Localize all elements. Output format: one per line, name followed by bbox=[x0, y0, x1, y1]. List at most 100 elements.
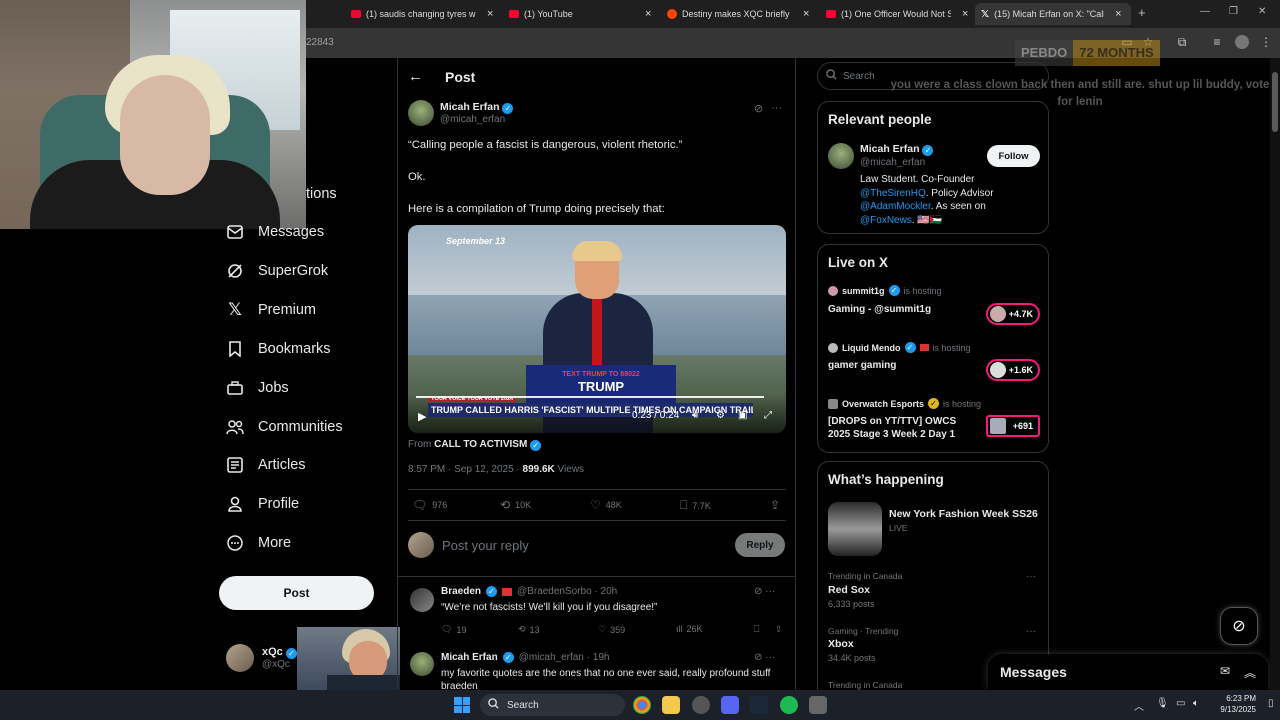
live-listeners-pill[interactable]: +4.7K bbox=[986, 303, 1040, 325]
sidebar-item-communities[interactable]: Communities bbox=[226, 418, 343, 436]
comment-repost-action[interactable]: ⟲ 13 bbox=[518, 624, 540, 635]
chrome-app-icon[interactable] bbox=[633, 696, 651, 714]
browser-tab[interactable]: (1) saudis changing tyres while × bbox=[345, 3, 497, 25]
comment-bookmark-action[interactable]: ⎕ bbox=[754, 624, 759, 635]
taskbar-search[interactable]: Search bbox=[480, 694, 625, 716]
comment-share-action[interactable]: ⇪ bbox=[775, 624, 783, 635]
comment-like-action[interactable]: ♡ 359 bbox=[598, 624, 625, 635]
video-player[interactable]: TEXT TRUMP TO 88022 TRUMP September 13 Y… bbox=[408, 225, 786, 433]
obs-app-icon[interactable] bbox=[692, 696, 710, 714]
post-author[interactable]: Micah Erfan ✓ @micah_erfan bbox=[408, 100, 514, 126]
author-name[interactable]: Micah Erfan bbox=[440, 101, 500, 113]
follow-button[interactable]: Follow bbox=[987, 145, 1040, 167]
settings-gear-icon[interactable]: ⚙ bbox=[716, 410, 725, 421]
sidebar-item-messages[interactable]: Messages bbox=[226, 223, 324, 241]
microphone-icon[interactable]: 🎙︎ bbox=[1156, 698, 1169, 709]
comment-handle[interactable]: @BraedenSorbo · 20h bbox=[517, 586, 617, 597]
comment-reply-action[interactable]: 🗨︎ 19 bbox=[441, 624, 466, 635]
volume-icon[interactable]: 🔊︎ bbox=[692, 410, 698, 421]
chevron-up-icon[interactable]: ︽ bbox=[1244, 664, 1256, 681]
trend-name[interactable]: Xbox bbox=[828, 638, 854, 650]
url-field[interactable]: 22843 bbox=[306, 37, 334, 48]
trend-name[interactable]: Red Sox bbox=[828, 584, 870, 596]
sidebar-item-notifications[interactable]: tions bbox=[306, 186, 337, 202]
steam-app-icon[interactable] bbox=[750, 696, 768, 714]
sidebar-item-jobs[interactable]: Jobs bbox=[226, 379, 289, 397]
windows-start-icon[interactable] bbox=[454, 697, 470, 713]
host-name[interactable]: Overwatch Esports bbox=[842, 399, 924, 409]
reply-composer[interactable]: Post your reply bbox=[408, 532, 786, 558]
avatar[interactable] bbox=[410, 588, 434, 612]
comment-author-name[interactable]: Micah Erfan bbox=[441, 652, 498, 663]
sidebar-item-supergrok[interactable]: SuperGrok bbox=[226, 262, 328, 280]
grok-icon[interactable]: ⊘ bbox=[1220, 607, 1258, 645]
reply-action[interactable]: 🗨︎ 976 bbox=[412, 498, 447, 512]
sidebar-item-premium[interactable]: 𝕏 Premium bbox=[226, 300, 316, 319]
bio-link[interactable]: @AdamMockler bbox=[860, 201, 931, 212]
comment-author[interactable]: Micah Erfan ✓ @micah_erfan · 19h bbox=[441, 652, 609, 663]
sidebar-item-bookmarks[interactable]: Bookmarks bbox=[226, 340, 331, 358]
person-name[interactable]: Micah Erfan ✓ bbox=[860, 143, 934, 156]
more-dots-icon[interactable]: ··· bbox=[771, 102, 782, 115]
close-icon[interactable]: × bbox=[1115, 8, 1121, 20]
browser-tab[interactable]: Destiny makes XQC briefly rage × bbox=[661, 3, 813, 25]
grok-icon[interactable]: ⊘ bbox=[754, 102, 763, 115]
back-arrow-icon[interactable]: ← bbox=[408, 68, 423, 85]
pip-icon[interactable]: ▣ bbox=[738, 410, 747, 421]
sidebar-item-more[interactable]: More bbox=[226, 534, 291, 552]
avatar[interactable] bbox=[828, 143, 854, 169]
close-window-icon[interactable]: ✕ bbox=[1258, 6, 1266, 17]
fullscreen-icon[interactable]: ⤢ bbox=[764, 410, 772, 421]
live-title[interactable]: 2025 Stage 3 Week 2 Day 1 bbox=[828, 428, 955, 441]
event-thumbnail[interactable] bbox=[828, 502, 882, 556]
chevron-up-icon[interactable]: ︿ bbox=[1134, 698, 1144, 713]
post-timestamp[interactable]: 8:57 PM · Sep 12, 2025 · bbox=[408, 464, 520, 475]
live-listeners-pill[interactable]: +691 bbox=[986, 415, 1040, 437]
more-dots-icon[interactable]: ⊘ ··· bbox=[754, 586, 775, 597]
comment-author-name[interactable]: Braeden bbox=[441, 586, 481, 597]
host-name[interactable]: summit1g bbox=[842, 286, 885, 296]
sidebar-item-profile[interactable]: Profile bbox=[226, 495, 299, 513]
share-action[interactable]: ⇪ bbox=[770, 498, 780, 512]
bio-link[interactable]: @FoxNews bbox=[860, 215, 912, 226]
close-icon[interactable]: × bbox=[962, 8, 968, 20]
system-clock[interactable]: 6:23 PM 9/13/2025 bbox=[1212, 693, 1256, 715]
live-host[interactable]: Liquid Mendo ✓ is hosting bbox=[828, 342, 971, 353]
repost-action[interactable]: ⟲ 10K bbox=[500, 498, 531, 512]
person-name-text[interactable]: Micah Erfan bbox=[860, 143, 920, 155]
close-icon[interactable]: × bbox=[803, 8, 809, 20]
scrollbar-thumb[interactable] bbox=[1272, 72, 1278, 132]
more-dots-icon[interactable]: ··· bbox=[1026, 571, 1036, 582]
browser-tab-active[interactable]: 𝕏 (15) Micah Erfan on X: "Calling × bbox=[975, 3, 1131, 25]
file-explorer-icon[interactable] bbox=[662, 696, 680, 714]
settings-app-icon[interactable] bbox=[809, 696, 827, 714]
person-handle[interactable]: @micah_erfan bbox=[860, 157, 925, 168]
volume-icon[interactable]: 🔈︎ bbox=[1193, 698, 1199, 709]
live-title[interactable]: gamer gaming bbox=[828, 359, 896, 372]
like-action[interactable]: ♡ 48K bbox=[590, 498, 622, 512]
play-icon[interactable]: ▶ bbox=[418, 410, 426, 423]
comment-views-action[interactable]: ıll 26K bbox=[676, 624, 703, 634]
live-title[interactable]: [DROPS on YT/TTV] OWCS bbox=[828, 415, 956, 428]
close-icon[interactable]: × bbox=[645, 8, 651, 20]
minimize-icon[interactable]: — bbox=[1200, 6, 1210, 17]
bio-link[interactable]: @TheSirenHQ bbox=[860, 188, 926, 199]
more-dots-icon[interactable]: ··· bbox=[1026, 626, 1036, 637]
event-title[interactable]: New York Fashion Week SS26 bbox=[889, 508, 1038, 520]
discord-app-icon[interactable] bbox=[721, 696, 739, 714]
compose-message-icon[interactable]: ✉︎ bbox=[1220, 664, 1230, 681]
live-listeners-pill[interactable]: +1.6K bbox=[986, 359, 1040, 381]
extensions-icon[interactable]: ⧉ bbox=[1175, 35, 1189, 49]
account-switcher[interactable]: xQc ✓ ✖ @xQc bbox=[226, 644, 307, 672]
more-dots-icon[interactable]: ⊘ ··· bbox=[754, 652, 775, 663]
host-name[interactable]: Liquid Mendo bbox=[842, 343, 901, 353]
author-handle[interactable]: @micah_erfan bbox=[440, 114, 513, 125]
comment-handle[interactable]: @micah_erfan · 19h bbox=[519, 652, 610, 663]
scrollbar[interactable] bbox=[1270, 58, 1280, 690]
reply-input[interactable]: Post your reply bbox=[442, 538, 529, 553]
maximize-icon[interactable]: ❐ bbox=[1229, 6, 1238, 17]
source-account-link[interactable]: CALL TO ACTIVISM bbox=[434, 439, 527, 450]
video-progress-bar[interactable] bbox=[416, 396, 764, 398]
new-tab-button[interactable]: + bbox=[1138, 5, 1146, 20]
browser-tab[interactable]: (1) YouTube × bbox=[503, 3, 663, 25]
